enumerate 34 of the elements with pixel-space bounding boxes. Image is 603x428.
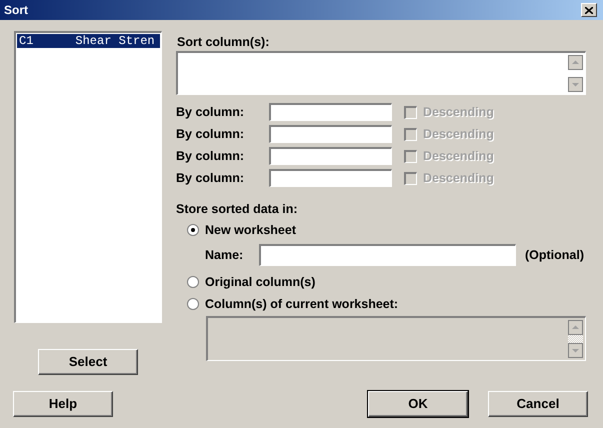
cancel-button[interactable]: Cancel <box>488 391 588 417</box>
by-column-field[interactable] <box>269 147 392 165</box>
help-button[interactable]: Help <box>13 391 113 417</box>
by-column-label: By column: <box>176 148 246 165</box>
radio-label: New worksheet <box>205 222 296 239</box>
store-label: Store sorted data in: <box>176 201 299 216</box>
window-title: Sort <box>4 2 28 19</box>
scroll-up-icon[interactable] <box>568 55 583 70</box>
close-icon <box>585 6 593 14</box>
close-button[interactable] <box>581 3 597 17</box>
select-button[interactable]: Select <box>38 349 138 375</box>
column-list[interactable]: C1 Shear Stren <box>14 31 162 323</box>
ok-button[interactable]: OK <box>368 391 468 417</box>
list-item[interactable]: C1 Shear Stren <box>17 34 160 48</box>
radio-button[interactable] <box>187 224 199 236</box>
radio-button[interactable] <box>187 298 199 310</box>
list-box[interactable] <box>176 51 586 95</box>
radio-button[interactable] <box>187 276 199 288</box>
by-column-field[interactable] <box>269 125 392 143</box>
list-box[interactable] <box>206 316 586 361</box>
by-column-label: By column: <box>176 126 246 143</box>
scroll-down-icon[interactable] <box>568 343 583 358</box>
radio-label: Original column(s) <box>205 274 316 291</box>
by-column-field[interactable] <box>269 169 392 187</box>
optional-label: (Optional) <box>525 246 584 264</box>
scroll-down-icon[interactable] <box>568 77 583 92</box>
radio-label: Column(s) of current worksheet: <box>205 296 398 313</box>
by-column-field[interactable] <box>269 103 392 121</box>
by-column-label: By column: <box>176 104 246 121</box>
by-column-label: By column: <box>176 170 246 187</box>
name-field[interactable] <box>259 244 516 266</box>
scroll-up-icon[interactable] <box>568 320 583 335</box>
name-label: Name: <box>205 246 244 264</box>
sort-columns-label: Sort column(s): <box>177 34 270 49</box>
